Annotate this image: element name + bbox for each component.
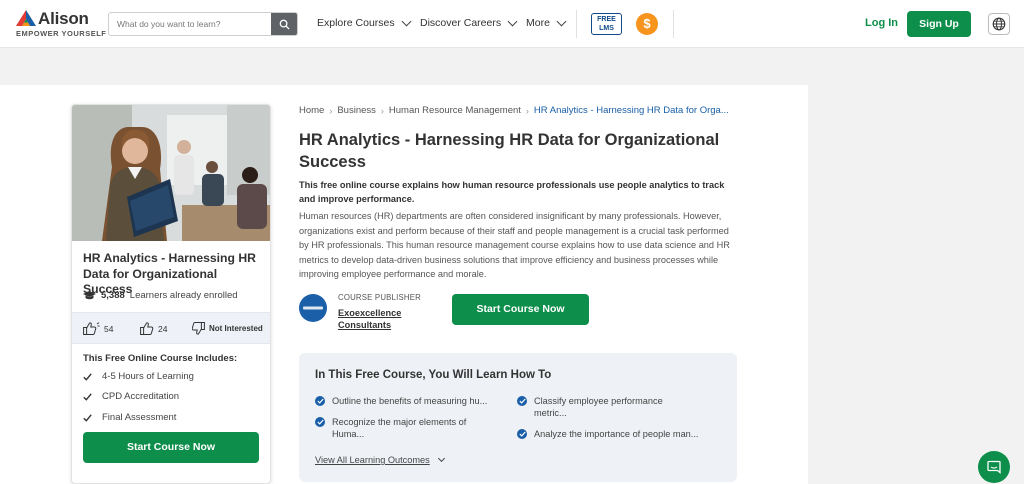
graduation-cap-icon bbox=[83, 290, 96, 299]
globe-icon bbox=[992, 17, 1006, 31]
breadcrumb-home[interactable]: Home bbox=[299, 105, 324, 116]
chat-button[interactable] bbox=[978, 451, 1010, 483]
learning-outcomes-title: In This Free Course, You Will Learn How … bbox=[315, 369, 552, 381]
chat-icon bbox=[987, 460, 1001, 474]
course-lead: This free online course explains how hum… bbox=[299, 180, 725, 204]
breadcrumb-business[interactable]: Business bbox=[337, 105, 376, 116]
top-header: Alison EMPOWER YOURSELF Explore Courses … bbox=[0, 0, 1024, 48]
publisher-label: COURSE PUBLISHER bbox=[338, 293, 421, 302]
login-link[interactable]: Log In bbox=[865, 17, 898, 29]
breadcrumb-separator-icon: › bbox=[525, 105, 529, 116]
alison-logo[interactable]: Alison EMPOWER YOURSELF bbox=[16, 9, 106, 39]
checkmark-icon bbox=[83, 413, 92, 422]
publisher-logo[interactable] bbox=[299, 294, 327, 322]
share-button[interactable]: 24 bbox=[140, 322, 167, 335]
check-circle-icon bbox=[517, 429, 527, 439]
outcome-item: Analyze the importance of people man... bbox=[517, 428, 727, 440]
learning-outcomes-box: In This Free Course, You Will Learn How … bbox=[299, 353, 737, 482]
nav-explore-courses[interactable]: Explore Courses bbox=[317, 16, 412, 29]
free-lms-line1: FREE bbox=[597, 16, 616, 23]
include-label: Final Assessment bbox=[102, 412, 177, 423]
course-summary-card: HR Analytics - Harnessing HR Data for Or… bbox=[71, 104, 271, 484]
publisher-name-link[interactable]: Exoexcellence Consultants bbox=[338, 307, 448, 331]
chevron-down-icon bbox=[437, 454, 445, 463]
nav-more-label: More bbox=[526, 17, 550, 29]
page-title: HR Analytics - Harnessing HR Data for Or… bbox=[299, 131, 720, 171]
nav-discover-careers-label: Discover Careers bbox=[420, 17, 502, 29]
start-course-button[interactable]: Start Course Now bbox=[452, 294, 589, 325]
header-divider bbox=[673, 10, 674, 38]
outcome-text: Recognize the major elements of Huma... bbox=[332, 417, 467, 439]
include-item: CPD Accreditation bbox=[83, 391, 179, 402]
check-circle-icon bbox=[315, 396, 325, 406]
outcome-text: Classify employee performance metric... bbox=[534, 396, 663, 418]
alison-logo-icon bbox=[16, 10, 36, 26]
includes-heading: This Free Online Course Includes: bbox=[83, 353, 238, 364]
outcome-text: Analyze the importance of people man... bbox=[534, 429, 699, 439]
breadcrumb-separator-icon: › bbox=[329, 105, 333, 116]
thumbs-down-icon bbox=[192, 322, 205, 335]
include-label: CPD Accreditation bbox=[102, 391, 180, 402]
thumbs-up-icon bbox=[140, 322, 154, 335]
search-icon bbox=[279, 19, 290, 30]
premium-coin-icon[interactable]: $ bbox=[636, 13, 658, 35]
reaction-bar: 54 24 Not Interested bbox=[72, 312, 270, 344]
share-count: 24 bbox=[158, 323, 168, 334]
check-circle-icon bbox=[517, 396, 527, 406]
search-input[interactable] bbox=[109, 13, 273, 35]
header-divider bbox=[576, 10, 577, 38]
course-photo bbox=[72, 105, 270, 241]
free-lms-line2: LMS bbox=[599, 24, 614, 32]
include-item: 4-5 Hours of Learning bbox=[83, 371, 194, 382]
outcome-item: Recognize the major elements of Huma... bbox=[315, 416, 491, 440]
check-circle-icon bbox=[315, 417, 325, 427]
chevron-down-icon bbox=[401, 16, 412, 26]
card-start-course-button[interactable]: Start Course Now bbox=[83, 432, 259, 463]
breadcrumb: Home › Business › Human Resource Managem… bbox=[299, 105, 729, 116]
chevron-down-icon bbox=[556, 16, 567, 26]
view-all-outcomes-link[interactable]: View All Learning Outcomes bbox=[315, 454, 445, 465]
checkmark-icon bbox=[83, 372, 92, 381]
nav-explore-courses-label: Explore Courses bbox=[317, 17, 395, 29]
publisher-logo-icon bbox=[303, 306, 323, 310]
include-label: 4-5 Hours of Learning bbox=[102, 371, 194, 382]
course-description: Human resources (HR) departments are oft… bbox=[299, 211, 730, 279]
enrolled-number: 5,388 bbox=[101, 290, 125, 301]
search-box bbox=[108, 12, 298, 36]
course-thumbnail[interactable] bbox=[72, 105, 270, 241]
thumbs-up-icon bbox=[83, 322, 100, 335]
breadcrumb-separator-icon: › bbox=[380, 105, 384, 116]
outcome-text: Outline the benefits of measuring hu... bbox=[332, 396, 488, 406]
search-button[interactable] bbox=[271, 13, 297, 35]
checkmark-icon bbox=[83, 392, 92, 401]
enrollment-count: 5,388 Learners already enrolled bbox=[83, 290, 238, 301]
like-count: 54 bbox=[104, 323, 114, 334]
signup-button[interactable]: Sign Up bbox=[907, 11, 971, 37]
not-interested-label: Not Interested bbox=[209, 324, 263, 333]
not-interested-button[interactable]: Not Interested bbox=[192, 322, 263, 335]
nav-discover-careers[interactable]: Discover Careers bbox=[420, 16, 518, 29]
logo-tagline: EMPOWER YOURSELF bbox=[16, 29, 107, 38]
view-all-label: View All Learning Outcomes bbox=[315, 455, 430, 465]
breadcrumb-current[interactable]: HR Analytics - Harnessing HR Data for Or… bbox=[534, 105, 729, 116]
outcome-item: Outline the benefits of measuring hu... bbox=[315, 395, 511, 407]
free-lms-badge[interactable]: FREE LMS bbox=[591, 13, 622, 35]
logo-name: Alison bbox=[38, 9, 89, 28]
outcome-item: Classify employee performance metric... bbox=[517, 395, 677, 419]
enrolled-label: Learners already enrolled bbox=[129, 290, 238, 301]
include-item: Final Assessment bbox=[83, 412, 176, 423]
like-button[interactable]: 54 bbox=[83, 322, 113, 335]
language-selector[interactable] bbox=[988, 13, 1010, 35]
chevron-down-icon bbox=[507, 16, 518, 26]
nav-more[interactable]: More bbox=[526, 16, 567, 29]
breadcrumb-hrm[interactable]: Human Resource Management bbox=[389, 105, 521, 116]
